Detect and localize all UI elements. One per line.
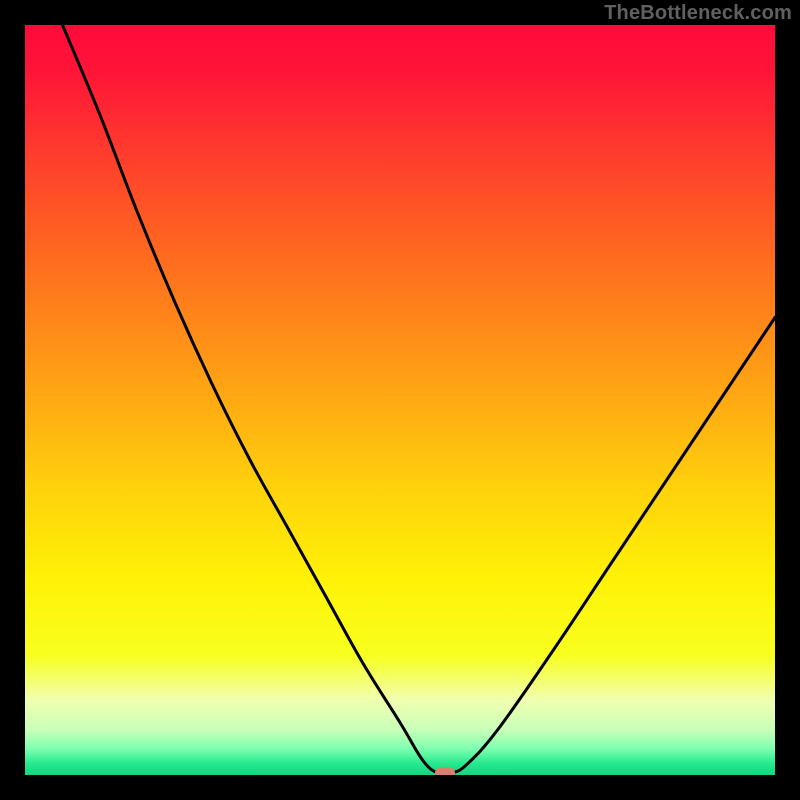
watermark-text: TheBottleneck.com <box>604 2 792 25</box>
chart-frame: TheBottleneck.com <box>0 0 800 800</box>
current-system-marker <box>435 767 455 775</box>
bottleneck-curve <box>25 25 775 775</box>
plot-area <box>25 25 775 775</box>
